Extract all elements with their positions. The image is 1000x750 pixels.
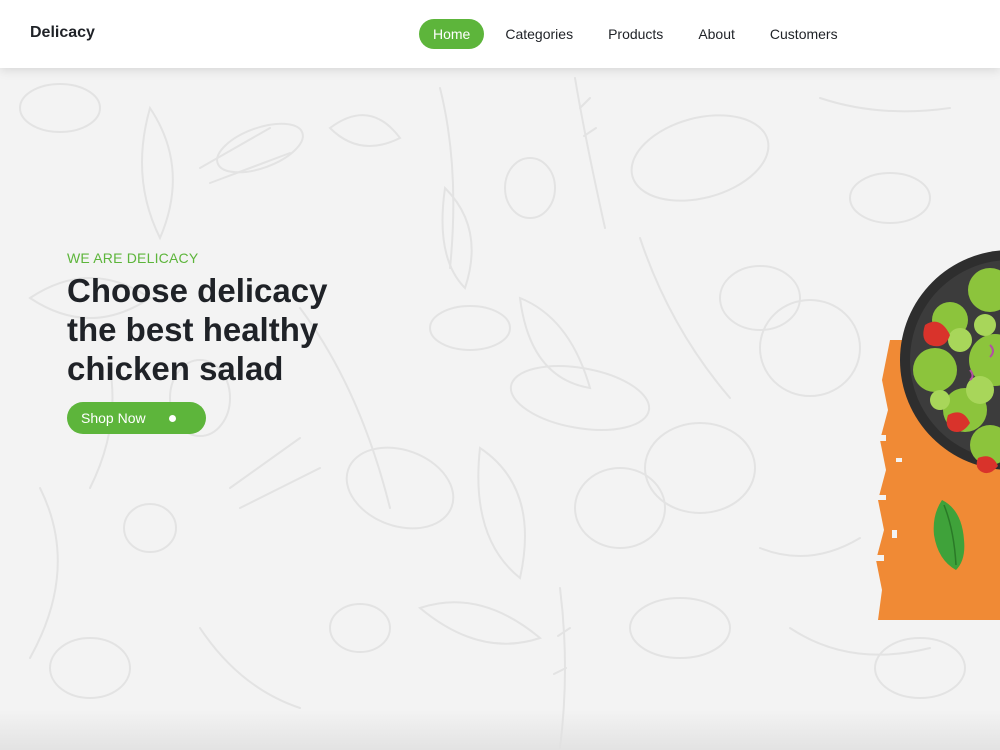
shop-now-button[interactable]: Shop Now bbox=[67, 402, 206, 434]
brand-logo[interactable]: Delicacy bbox=[30, 24, 95, 42]
nav-item-categories[interactable]: Categories bbox=[491, 19, 587, 49]
hero-section: WE ARE DELICACY Choose delicacy the best… bbox=[67, 250, 367, 434]
nav-item-home[interactable]: Home bbox=[419, 19, 485, 49]
hero-headline-line: the best healthy bbox=[67, 311, 319, 348]
hero-eyebrow: WE ARE DELICACY bbox=[67, 250, 199, 266]
site-header: Delicacy Home Categories Products About … bbox=[0, 0, 1000, 68]
bottom-shadow bbox=[0, 710, 1000, 750]
salad-bowl-illustration bbox=[874, 250, 1000, 620]
nav-item-about[interactable]: About bbox=[684, 19, 749, 49]
hero-headline-line: Choose delicacy bbox=[67, 272, 328, 309]
nav-item-products[interactable]: Products bbox=[594, 19, 677, 49]
nav-item-customers[interactable]: Customers bbox=[756, 19, 852, 49]
hero-headline-line: chicken salad bbox=[67, 350, 284, 387]
shop-now-label: Shop Now bbox=[81, 410, 146, 426]
hero-headline: Choose delicacy the best healthy chicken… bbox=[67, 271, 367, 388]
main-nav: Home Categories Products About Customers bbox=[419, 19, 859, 49]
dot-icon bbox=[169, 415, 176, 422]
